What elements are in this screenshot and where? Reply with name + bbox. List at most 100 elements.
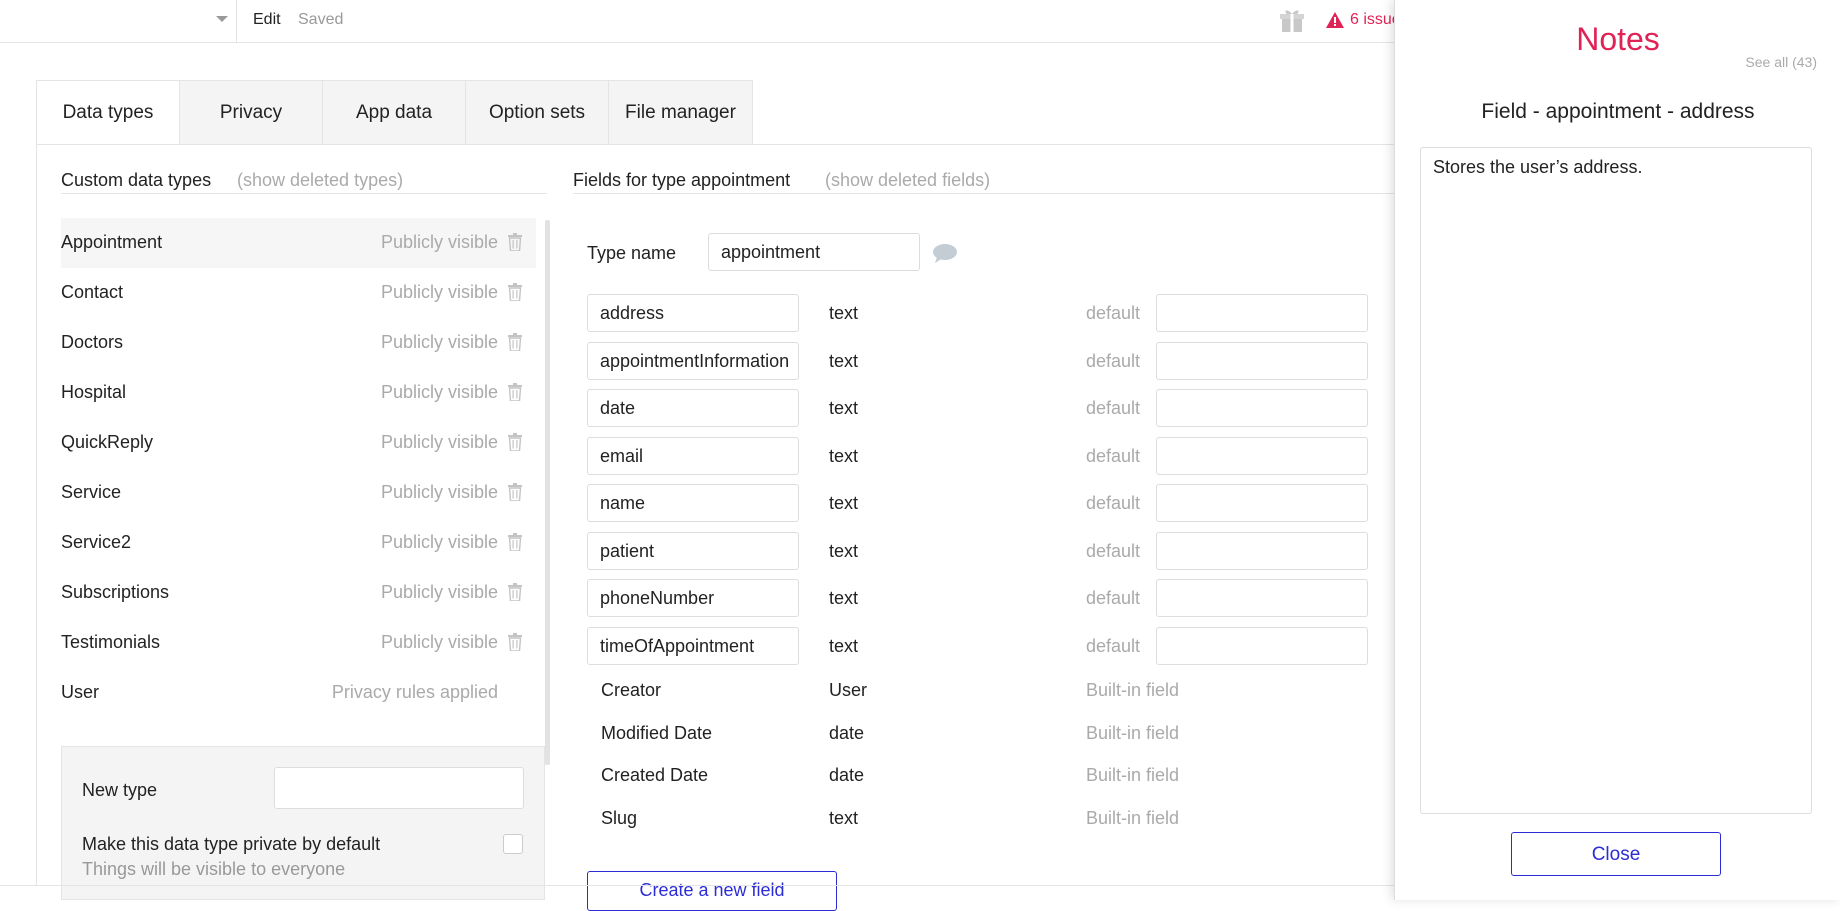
create-field-button[interactable]: Create a new field — [587, 871, 837, 911]
tab-app-data[interactable]: App data — [323, 81, 466, 145]
field-type-label[interactable]: text — [829, 303, 858, 324]
data-type-row[interactable]: User Privacy rules applied — [61, 668, 536, 718]
type-name-label: Type name — [587, 243, 677, 263]
comment-bubble-icon[interactable] — [932, 243, 958, 263]
field-type-label[interactable]: text — [829, 636, 858, 657]
field-type-label[interactable]: text — [829, 588, 858, 609]
data-type-row[interactable]: QuickReply Publicly visible — [61, 418, 536, 468]
field-name-input[interactable]: date — [587, 389, 799, 427]
data-type-name: QuickReply — [61, 432, 154, 452]
data-type-row[interactable]: Doctors Publicly visible — [61, 318, 536, 368]
new-type-panel: New type Make this data type private by … — [61, 746, 545, 900]
data-type-name: Service — [61, 482, 122, 502]
field-default-label: default — [1086, 303, 1141, 323]
data-type-visibility: Publicly visible — [380, 332, 498, 352]
field-default-input[interactable] — [1156, 531, 1368, 570]
field-default-label: default — [1086, 635, 1141, 656]
field-default-input[interactable] — [1156, 484, 1368, 522]
close-notes-button[interactable]: Close — [1511, 832, 1721, 876]
gift-icon[interactable] — [1279, 8, 1305, 34]
private-by-default-checkbox[interactable] — [503, 834, 523, 854]
field-default-input[interactable] — [1156, 436, 1368, 475]
builtin-field-name: Modified Date — [601, 722, 713, 743]
tab-privacy[interactable]: Privacy — [180, 81, 323, 145]
new-type-input[interactable] — [274, 767, 524, 809]
notes-title: Notes — [1576, 21, 1660, 57]
fields-heading: Fields for type appointment — [573, 170, 791, 190]
data-type-name: Doctors — [61, 332, 124, 352]
data-type-name: Testimonials — [61, 632, 161, 652]
field-default-label: default — [1086, 398, 1141, 418]
warning-triangle-icon[interactable] — [1326, 12, 1344, 28]
show-deleted-types-link[interactable]: (show deleted types) — [237, 170, 403, 191]
tab-data-types[interactable]: Data types — [37, 81, 180, 145]
private-by-default-label: Make this data type private by default — [82, 834, 381, 854]
custom-data-types-heading: Custom data types — [61, 170, 212, 190]
field-type-label[interactable]: text — [829, 351, 858, 372]
notes-panel: Notes See all (43) Field - appointment -… — [1394, 0, 1840, 900]
trash-icon[interactable] — [508, 333, 522, 351]
type-name-input[interactable]: appointment — [708, 233, 920, 271]
field-name-input[interactable]: appointmentInformation — [587, 341, 799, 380]
data-type-row[interactable]: Service Publicly visible — [61, 468, 536, 518]
divider — [573, 193, 1394, 194]
field-default-input[interactable] — [1156, 626, 1368, 665]
builtin-field-type: date — [829, 722, 865, 743]
data-type-name: Appointment — [61, 232, 163, 252]
tab-file-manager[interactable]: File manager — [609, 81, 752, 145]
trash-icon[interactable] — [508, 383, 522, 401]
data-type-row[interactable]: Hospital Publicly visible — [61, 368, 536, 418]
field-default-input[interactable] — [1156, 579, 1368, 617]
data-type-row[interactable]: Testimonials Publicly visible — [61, 618, 536, 668]
trash-icon[interactable] — [508, 533, 522, 551]
data-type-row[interactable]: Service2 Publicly visible — [61, 518, 536, 568]
builtin-field-label: Built-in field — [1086, 722, 1180, 743]
field-type-label[interactable]: text — [829, 541, 858, 562]
field-default-label: default — [1086, 540, 1141, 561]
builtin-field-type: date — [829, 765, 865, 785]
field-name-input[interactable]: email — [587, 436, 799, 475]
field-type-label[interactable]: text — [829, 398, 858, 419]
field-default-input[interactable] — [1156, 294, 1368, 332]
trash-icon[interactable] — [508, 583, 522, 601]
see-all-notes-link[interactable]: See all (43) — [1745, 54, 1817, 70]
data-type-row[interactable]: Appointment Publicly visible — [61, 218, 536, 268]
trash-icon[interactable] — [508, 433, 522, 451]
type-list-scrollbar[interactable] — [545, 220, 550, 765]
edit-mode-label[interactable]: Edit — [253, 11, 281, 29]
field-name-input[interactable]: timeOfAppointment — [587, 626, 799, 665]
notes-textarea[interactable]: Stores the user’s address. — [1420, 147, 1812, 814]
field-type-label[interactable]: text — [829, 446, 858, 467]
field-default-label: default — [1086, 493, 1141, 513]
data-type-visibility: Publicly visible — [380, 532, 498, 552]
field-name-input[interactable]: phoneNumber — [587, 579, 799, 617]
tab-option-sets[interactable]: Option sets — [466, 81, 609, 145]
data-type-visibility: Privacy rules applied — [331, 682, 498, 702]
divider — [0, 885, 1394, 886]
data-type-visibility: Publicly visible — [380, 632, 498, 652]
data-type-name: User — [61, 682, 100, 702]
trash-icon[interactable] — [508, 283, 522, 301]
builtin-field-name: Creator — [601, 680, 662, 700]
page-dropdown-caret-icon[interactable] — [216, 16, 228, 22]
data-type-row[interactable]: Contact Publicly visible — [61, 268, 536, 318]
field-default-input[interactable] — [1156, 341, 1368, 380]
trash-icon[interactable] — [508, 633, 522, 651]
builtin-field-label: Built-in field — [1086, 807, 1180, 828]
divider — [61, 193, 547, 194]
trash-icon[interactable] — [508, 483, 522, 501]
builtin-field-type: text — [829, 807, 859, 828]
notes-subtitle: Field - appointment - address — [1481, 100, 1755, 123]
field-name-input[interactable]: address — [587, 294, 799, 332]
field-default-label: default — [1086, 445, 1141, 466]
data-type-visibility: Publicly visible — [380, 282, 498, 302]
data-type-row[interactable]: Subscriptions Publicly visible — [61, 568, 536, 618]
trash-icon[interactable] — [508, 233, 522, 251]
field-default-label: default — [1086, 588, 1141, 608]
show-deleted-fields-link[interactable]: (show deleted fields) — [825, 170, 990, 191]
field-name-input[interactable]: patient — [587, 531, 799, 570]
field-default-input[interactable] — [1156, 389, 1368, 427]
data-type-visibility: Publicly visible — [380, 432, 498, 452]
field-name-input[interactable]: name — [587, 484, 799, 522]
field-type-label[interactable]: text — [829, 493, 858, 514]
